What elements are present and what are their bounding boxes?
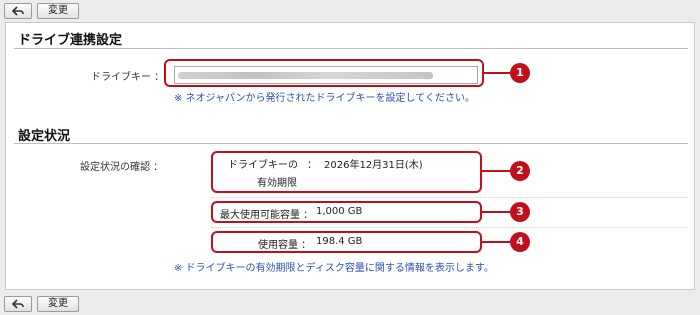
callout-badge-2: 2 — [510, 161, 530, 181]
callout-badge-1: 1 — [510, 63, 530, 83]
callout-connector-2 — [482, 170, 510, 172]
expiry-label: ドライブキーの — [228, 160, 298, 171]
row-divider — [211, 197, 687, 198]
back-arrow-icon — [12, 299, 24, 309]
back-arrow-icon — [12, 6, 24, 16]
expiry-value: 2026年12月31日(木) — [324, 160, 423, 171]
back-button[interactable] — [4, 3, 32, 19]
drive-section-title: ドライブ連携設定 — [18, 33, 123, 48]
section-divider — [14, 143, 688, 144]
max-capacity-value: 1,000 GB — [316, 206, 363, 217]
status-note: ※ ドライブキーの有効期限とディスク容量に関する情報を表示します。 — [174, 263, 494, 274]
used-capacity-label: 使用容量 ： — [258, 240, 312, 251]
section-divider — [14, 48, 688, 49]
back-button[interactable] — [4, 296, 32, 312]
callout-badge-3: 3 — [510, 202, 530, 222]
change-button[interactable]: 変更 — [37, 296, 79, 312]
used-capacity-value: 198.4 GB — [316, 236, 363, 247]
callout-box-1 — [164, 59, 484, 87]
max-capacity-label: 最大使用可能容量 ： — [220, 210, 314, 221]
callout-connector-4 — [482, 241, 510, 243]
status-confirm-label: 設定状況の確認 ： — [80, 162, 164, 173]
callout-connector-3 — [482, 211, 510, 213]
drive-key-note: ※ ネオジャパンから発行されたドライブキーを設定してください。 — [174, 93, 475, 104]
change-button[interactable]: 変更 — [37, 3, 79, 19]
row-divider — [211, 227, 687, 228]
callout-connector-1 — [484, 72, 510, 74]
settings-panel: ドライブ連携設定 ドライブキー ： 1 ※ ネオジャパンから発行されたドライブキ… — [5, 22, 695, 290]
expiry-label-2: 有効期限 — [257, 178, 297, 189]
top-toolbar: 変更 — [0, 0, 700, 22]
expiry-separator: ： — [307, 160, 317, 171]
drive-key-label: ドライブキー ： — [91, 72, 165, 83]
callout-badge-4: 4 — [510, 232, 530, 252]
status-section-title: 設定状況 — [18, 129, 71, 144]
bottom-toolbar: 変更 — [0, 293, 700, 315]
